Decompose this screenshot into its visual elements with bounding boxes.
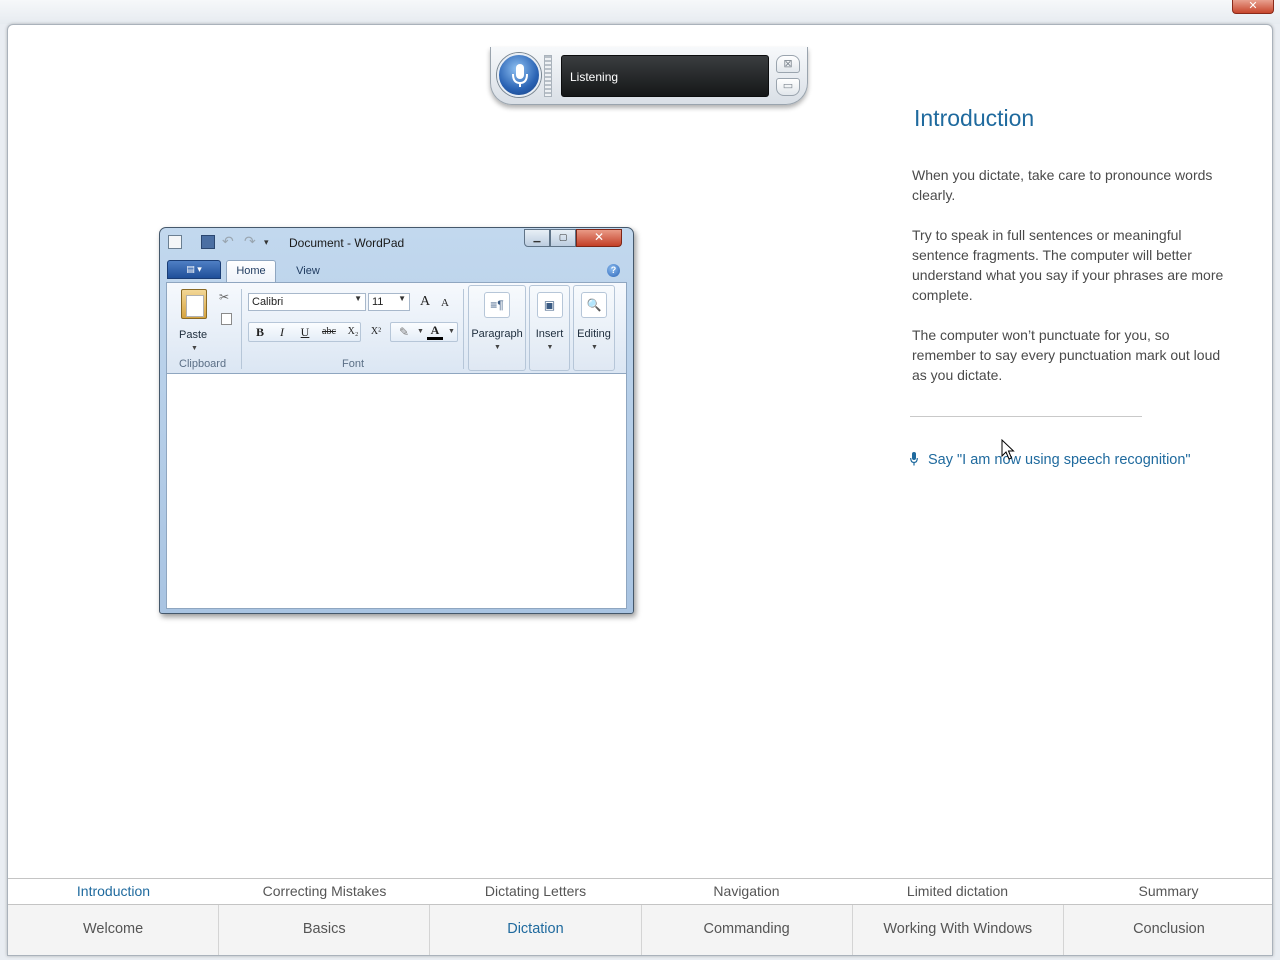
subnav-item-introduction[interactable]: Introduction <box>8 879 219 904</box>
undo-icon: ↶ <box>222 233 234 249</box>
tab-view: View <box>296 265 320 277</box>
strikethrough-button: abc <box>322 326 336 337</box>
nav-item-commanding[interactable]: Commanding <box>642 905 853 955</box>
speech-minimize-button[interactable]: ▭ <box>776 78 800 96</box>
subscript-button: X₂ <box>347 326 359 337</box>
microphone-icon <box>910 452 918 470</box>
divider <box>910 416 1142 417</box>
paragraph-group: ≡¶ Paragraph ▼ <box>468 285 526 371</box>
paragraph-icon: ≡¶ <box>484 292 510 318</box>
highlight-dropdown-icon: ▼ <box>417 328 424 335</box>
help-icon: ? <box>607 264 620 277</box>
document-editing-area <box>166 373 627 609</box>
highlight-icon: ✎ <box>398 325 410 339</box>
insert-group: ▣ Insert ▼ <box>529 285 570 371</box>
wordpad-close-button: ✕ <box>576 229 622 247</box>
wordpad-window: ↶ ↷ ▾ Document - WordPad ▁ ▢ ✕ ▤ ▾ Home … <box>159 227 634 614</box>
microphone-icon <box>512 64 528 87</box>
nav-item-dictation[interactable]: Dictation <box>430 905 642 955</box>
font-family-select: Calibri ▼ <box>248 293 366 311</box>
bold-button: B <box>255 325 264 339</box>
document-icon <box>168 235 182 249</box>
tutorial-window: Listening ⊠ ▭ ↶ ↷ ▾ Document - WordPad ▁… <box>7 24 1273 956</box>
paragraph-dropdown-icon: ▼ <box>494 344 501 351</box>
subnav-item-correcting-mistakes[interactable]: Correcting Mistakes <box>219 879 430 904</box>
shrink-font-button: A <box>441 297 449 309</box>
font-size-select: 11 ▼ <box>368 293 410 311</box>
subnav-item-dictating-letters[interactable]: Dictating Letters <box>430 879 641 904</box>
quick-access-dropdown-icon: ▾ <box>264 237 269 247</box>
paste-label: Paste <box>179 329 208 341</box>
insert-picture-icon: ▣ <box>536 292 563 318</box>
font-color-button: A <box>427 320 443 340</box>
page-title: Introduction <box>914 105 1035 131</box>
font-group-label: Font <box>342 358 365 370</box>
wordpad-minimize-button: ▁ <box>524 229 550 247</box>
main-nav: Welcome Basics Dictation Commanding Work… <box>8 904 1272 955</box>
italic-button: I <box>280 325 284 339</box>
paste-dropdown-icon: ▼ <box>191 345 198 352</box>
application-menu-button: ▤ ▾ <box>167 260 221 279</box>
instructions-text: When you dictate, take care to pronounce… <box>912 165 1232 405</box>
speech-recognition-bar: Listening ⊠ ▭ <box>490 47 808 105</box>
section-subnav: Introduction Correcting Mistakes Dictati… <box>8 878 1272 904</box>
underline-button: U <box>300 325 310 339</box>
microphone-button[interactable] <box>497 53 541 97</box>
insert-label: Insert <box>535 328 564 340</box>
editing-label: Editing <box>577 328 611 340</box>
group-separator <box>463 289 464 369</box>
volume-meter <box>544 55 552 97</box>
font-color-dropdown-icon: ▼ <box>448 328 455 335</box>
subnav-item-summary[interactable]: Summary <box>1063 879 1272 904</box>
editing-dropdown-icon: ▼ <box>591 344 598 351</box>
redo-icon: ↷ <box>244 233 256 249</box>
subnav-item-navigation[interactable]: Navigation <box>641 879 852 904</box>
wordpad-title: Document - WordPad <box>289 236 405 250</box>
superscript-button: X² <box>370 326 382 337</box>
group-separator <box>241 289 242 369</box>
copy-icon <box>221 313 232 325</box>
nav-item-welcome[interactable]: Welcome <box>8 905 220 955</box>
clipboard-group-label: Clipboard <box>179 358 227 370</box>
tab-home: Home <box>226 260 276 282</box>
grow-font-button: A <box>419 294 431 309</box>
nav-item-conclusion[interactable]: Conclusion <box>1064 905 1272 955</box>
save-icon <box>201 235 215 249</box>
editing-group: 🔍 Editing ▼ <box>573 285 615 371</box>
speech-status-display: Listening <box>561 55 769 97</box>
instruction-paragraph: Try to speak in full sentences or meanin… <box>912 227 1224 303</box>
wordpad-maximize-button: ▢ <box>550 229 576 247</box>
cut-icon: ✂ <box>219 290 230 304</box>
paragraph-label: Paragraph <box>471 328 523 340</box>
speech-prompt-text: Say "I am now using speech recognition" <box>928 452 1191 468</box>
insert-dropdown-icon: ▼ <box>546 344 554 351</box>
top-strip <box>0 0 1280 24</box>
subnav-item-limited-dictation[interactable]: Limited dictation <box>852 879 1063 904</box>
instruction-paragraph: The computer won’t punctuate for you, so… <box>912 327 1221 383</box>
ribbon-home: Paste ▼ ✂ Clipboard Calibri ▼ 11 ▼ A A B I… <box>166 282 627 374</box>
nav-item-basics[interactable]: Basics <box>219 905 431 955</box>
nav-item-working-with-windows[interactable]: Working With Windows <box>853 905 1064 955</box>
instruction-paragraph: When you dictate, take care to pronounce… <box>912 167 1213 203</box>
paste-icon <box>181 289 207 319</box>
find-binoculars-icon: 🔍 <box>581 292 607 318</box>
window-close-button[interactable]: ✕ <box>1232 0 1274 14</box>
ribbon-tabs: ▤ ▾ Home View ? <box>166 258 627 282</box>
speech-close-button[interactable]: ⊠ <box>776 55 800 73</box>
speech-prompt: Say "I am now using speech recognition" <box>910 452 1191 470</box>
mouse-cursor-icon <box>1001 439 1015 460</box>
